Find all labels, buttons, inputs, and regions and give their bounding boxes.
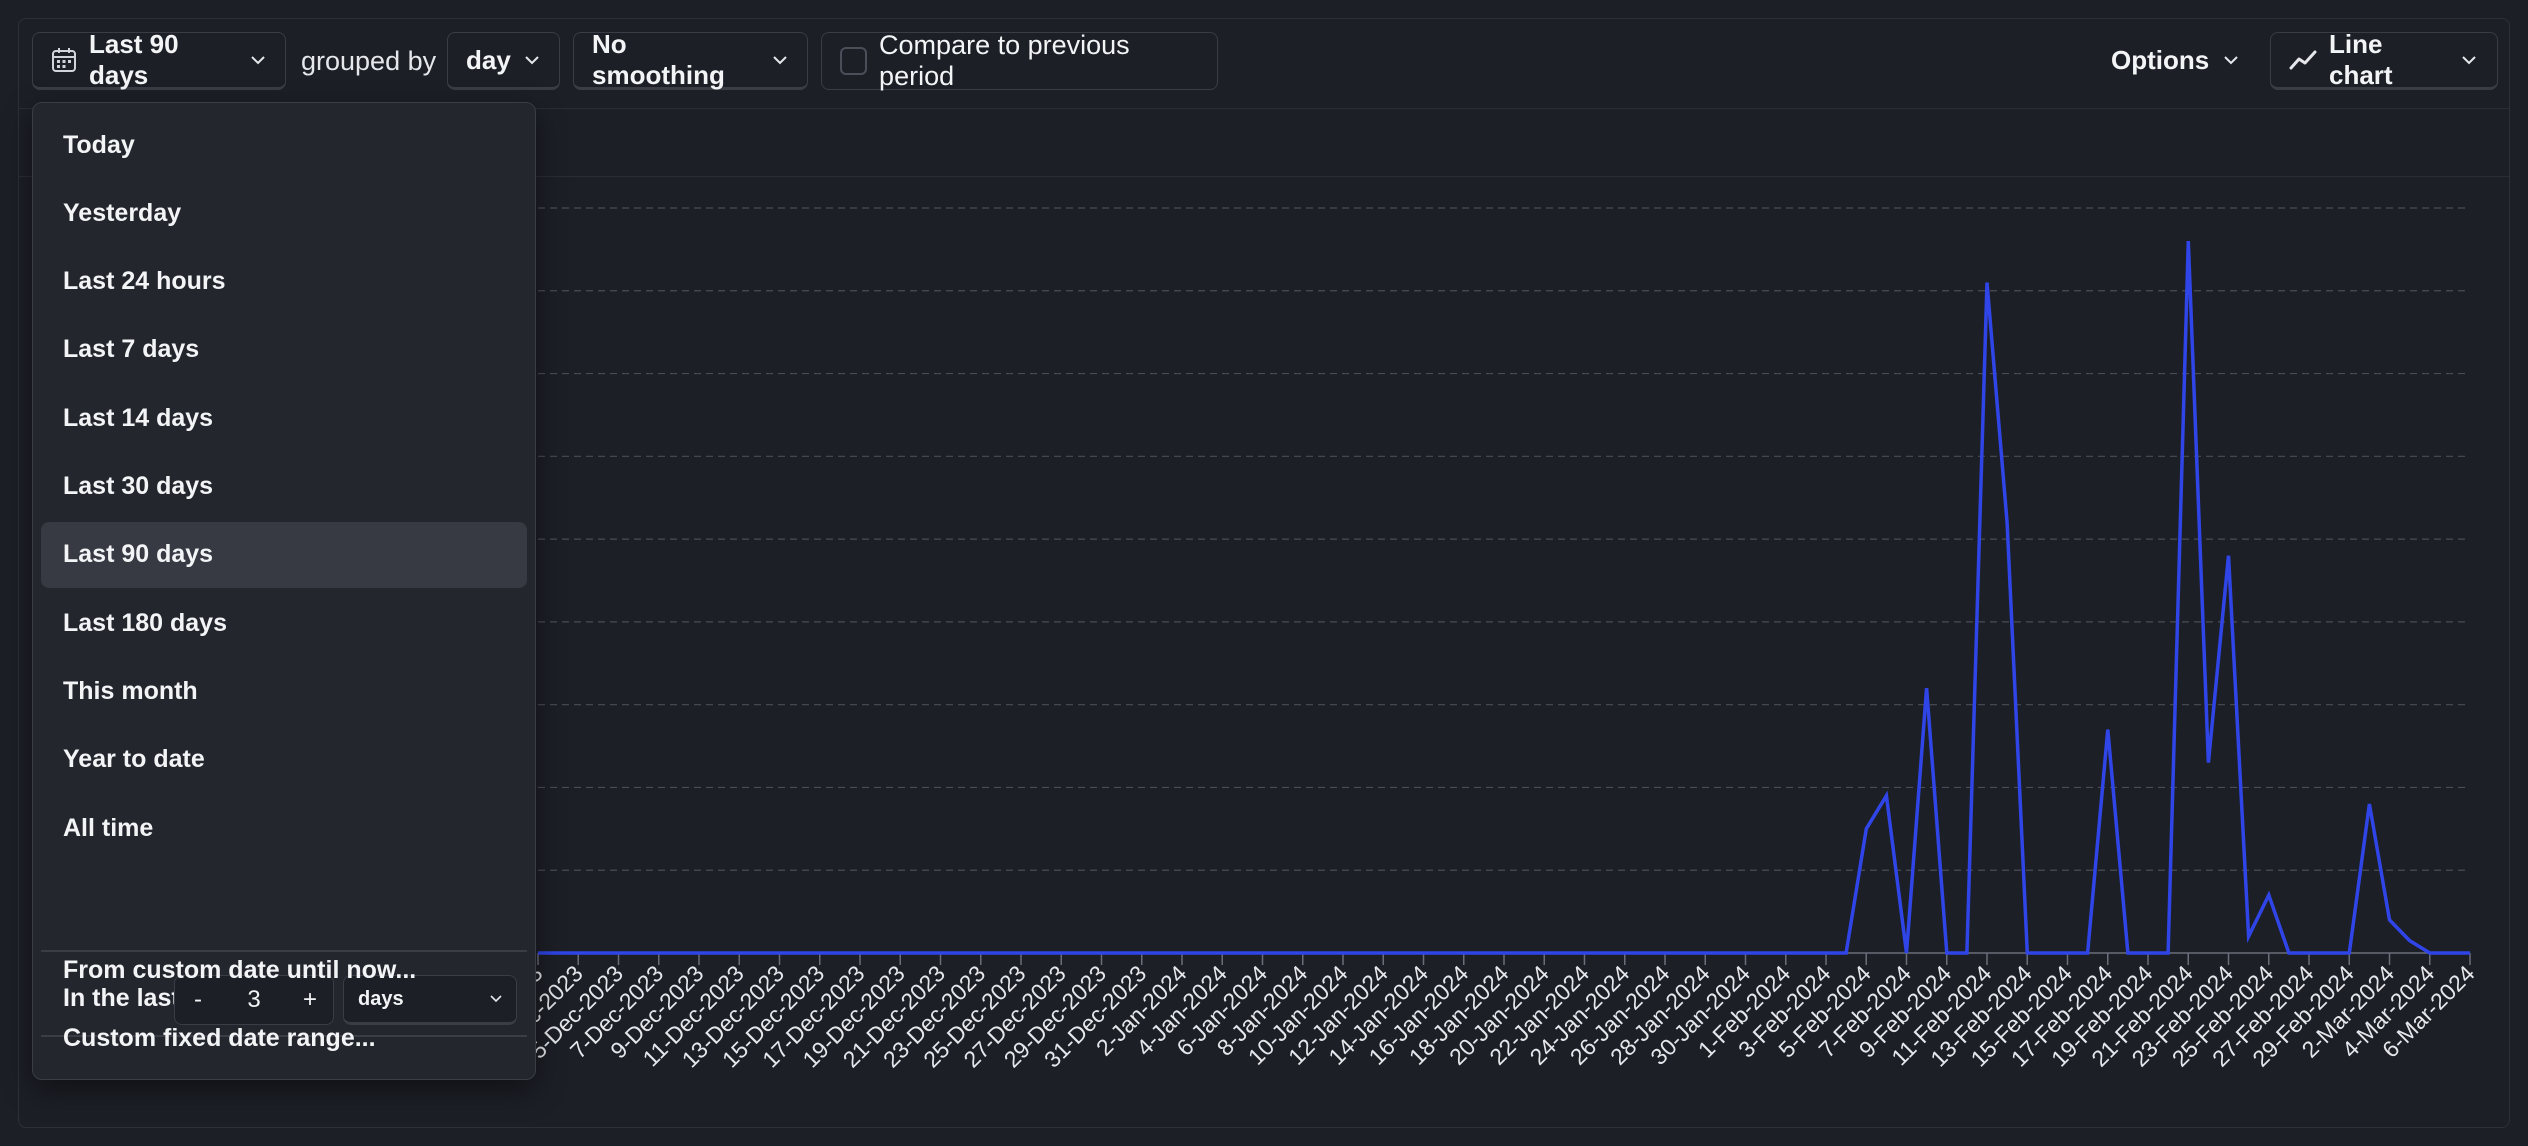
date-option-last-14-days[interactable]: Last 14 days [41,385,527,451]
series-layer [538,241,2471,955]
custom-fixed-range-option[interactable]: Custom fixed date range... [41,1005,527,1071]
date-option-today[interactable]: Today [41,112,527,178]
date-range-dropdown: Today Yesterday Last 24 hours Last 7 days La… [32,102,536,1080]
date-option-last-7-days[interactable]: Last 7 days [41,317,527,383]
series-line[interactable] [538,241,2470,955]
date-option-yesterday[interactable]: Yesterday [41,180,527,246]
date-option-last-90-days[interactable]: Last 90 days [41,521,527,588]
date-option-last-30-days[interactable]: Last 30 days [41,454,527,520]
date-option-this-month[interactable]: This month [41,658,527,724]
x-axis-labels: 1-Dec-20233-Dec-20235-Dec-20237-Dec-2023… [444,953,2480,1073]
date-option-last-24-hours[interactable]: Last 24 hours [41,249,527,315]
date-option-year-to-date[interactable]: Year to date [41,727,527,793]
custom-date-until-now-option[interactable]: From custom date until now... [41,937,527,1003]
date-option-all-time[interactable]: All time [41,795,527,861]
date-option-last-180-days[interactable]: Last 180 days [41,590,527,656]
